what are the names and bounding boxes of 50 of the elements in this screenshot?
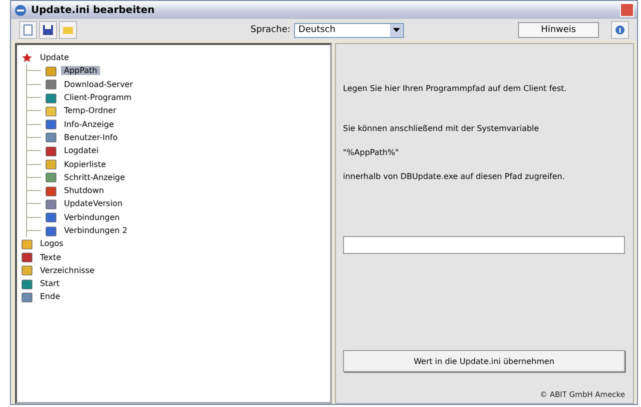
entry-icon — [45, 104, 57, 117]
tree-item[interactable]: Shutdown — [61, 186, 107, 196]
value-field[interactable] — [343, 236, 625, 254]
tree-item[interactable]: AppPath — [61, 66, 100, 76]
entry-icon — [45, 78, 57, 90]
tree-item[interactable]: Temp-Ordner — [61, 106, 120, 116]
language-label: Sprache: — [250, 25, 290, 35]
entry-icon — [45, 64, 57, 77]
apply-button[interactable]: Wert in die Update.ini übernehmen — [343, 350, 625, 372]
app-icon — [14, 4, 27, 16]
new-file-icon[interactable] — [19, 21, 37, 39]
tree-item[interactable]: Logos — [37, 239, 66, 248]
entry-icon — [45, 144, 57, 157]
tree-item[interactable]: Verbindungen 2 — [61, 226, 130, 235]
tree-item[interactable]: Verbindungen — [61, 212, 123, 222]
tree-item[interactable]: Benutzer-Info — [61, 132, 121, 142]
tree-item[interactable]: Start — [37, 279, 63, 288]
entry-icon — [45, 184, 57, 197]
language-dropdown[interactable]: Deutsch — [294, 22, 404, 38]
info-icon[interactable] — [611, 21, 629, 39]
tree-item[interactable]: Ende — [37, 292, 64, 302]
detail-text: innerhalb von DBUpdate.exe auf diesen Pfad zugreifen. — [343, 172, 566, 182]
save-icon[interactable] — [39, 21, 57, 39]
tree-item[interactable]: Schritt-Anzeige — [61, 172, 128, 182]
detail-text: Sie können anschließend mit der Systemvariable — [343, 124, 540, 134]
entry-icon — [45, 198, 57, 210]
star-icon — [21, 52, 33, 64]
language-value: Deutsch — [298, 25, 336, 35]
tree-item[interactable]: Kopierliste — [61, 160, 109, 169]
tree-item[interactable]: Client-Programm — [61, 93, 135, 102]
entry-icon — [45, 131, 57, 144]
entry-icon — [45, 211, 57, 224]
close-button[interactable] — [620, 3, 634, 17]
tree-item[interactable]: Info-Anzeige — [61, 120, 117, 129]
entry-icon — [45, 171, 57, 184]
tree-item[interactable]: Verzeichnisse — [37, 266, 98, 275]
tree-item[interactable]: Update — [37, 53, 72, 62]
detail-text: "%AppPath%" — [343, 148, 400, 158]
tree-item[interactable]: Texte — [37, 252, 64, 262]
dropdown-arrow-icon — [393, 28, 400, 32]
detail-text: Legen Sie hier Ihren Programmpfad auf dem Client fest. — [343, 84, 568, 94]
tree-item[interactable]: Logdatei — [61, 146, 102, 156]
hint-button[interactable]: Hinweis — [518, 22, 599, 38]
tree-item[interactable]: UpdateVersion — [61, 199, 126, 208]
tree-item[interactable]: Download-Server — [61, 80, 136, 89]
entry-icon — [45, 92, 57, 104]
entry-icon — [45, 224, 57, 236]
window-title: Update.ini bearbeiten — [31, 4, 155, 16]
entry-icon — [45, 118, 57, 130]
entry-icon — [45, 158, 57, 170]
